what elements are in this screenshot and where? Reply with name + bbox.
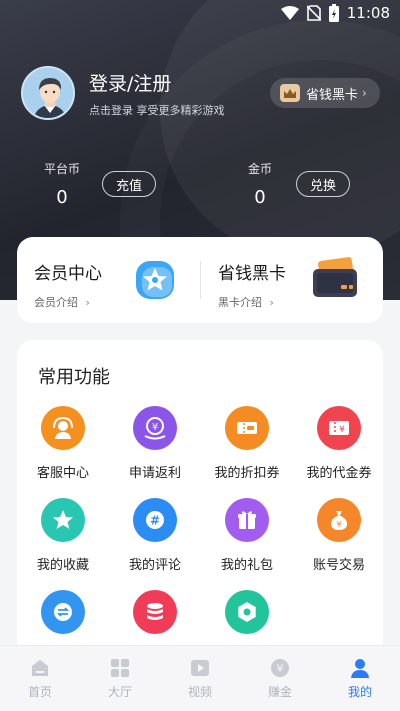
function-label: 我的代金券 [306,466,372,481]
nav-label: 首页 [27,685,52,699]
function-my-discount-coupons[interactable]: 我的折扣券 [201,406,293,481]
platform-coin-label: 平台币 [43,162,80,176]
login-subtitle: 点击登录 享受更多精彩游戏 [89,103,225,117]
headset-icon [41,406,85,450]
nav-video[interactable]: 视频 [160,646,240,711]
user-icon [351,659,369,678]
bottom-navigation: 首页 大厅 视频 ¥ 赚金 我的 [0,645,400,711]
function-label: 我的礼包 [220,558,273,573]
function-label: 我的折扣券 [214,466,280,481]
black-card-pill-button[interactable]: 省钱黑卡 › [270,78,380,108]
platform-coin-block: 平台币 0 充值 [42,160,156,208]
crown-icon [280,84,300,102]
coins-stack-icon [133,590,177,634]
status-time: 11:08 [346,4,390,22]
black-card-intro-link[interactable]: 黑卡介绍 [218,296,262,309]
nav-label: 赚金 [267,685,292,699]
nav-home[interactable]: 首页 [0,646,80,711]
home-icon [32,660,48,676]
status-bar: 11:08 [0,0,400,28]
wifi-icon [280,6,299,20]
rebate-icon: ¥ [133,406,177,450]
chevron-right-icon: › [85,296,90,309]
function-account-trading[interactable]: ¥ 账号交易 [293,498,385,573]
nav-label: 视频 [187,685,212,699]
yen-coin-icon: ¥ [271,659,289,677]
function-coins[interactable] [109,590,201,646]
black-card-wallet-icon[interactable] [311,257,359,305]
settings-icon [225,590,269,634]
function-label: 客服中心 [36,466,89,481]
function-my-gift-packs[interactable]: 我的礼包 [201,498,293,573]
black-card-pill-label: 省钱黑卡 [306,87,359,103]
function-label: 我的评论 [128,558,181,573]
member-star-icon[interactable] [134,259,176,305]
star-icon [41,498,85,542]
grid-icon [111,659,129,677]
nav-label: 大厅 [107,685,132,699]
gift-icon [225,498,269,542]
voucher-icon: ¥ [317,406,361,450]
function-exchange[interactable] [17,590,109,646]
nav-earn-gold[interactable]: ¥ 赚金 [240,646,320,711]
nav-mine[interactable]: 我的 [320,646,400,711]
function-my-comments[interactable]: # 我的评论 [109,498,201,573]
battery-charging-icon [328,4,339,22]
gold-coin-block: 金币 0 兑换 [240,160,350,208]
member-divider [200,261,201,299]
black-card-entry[interactable]: 省钱黑卡 黑卡介绍 › [218,259,286,310]
gold-coin-value: 0 [254,187,266,208]
video-icon [191,660,209,676]
gold-coin-label: 金币 [247,162,272,176]
login-register-title[interactable]: 登录/注册 [89,69,225,96]
svg-text:#: # [150,514,160,528]
svg-text:¥: ¥ [339,425,345,435]
ticket-icon [225,406,269,450]
function-my-favorites[interactable]: 我的收藏 [17,498,109,573]
moneybag-icon: ¥ [317,498,361,542]
function-settings[interactable] [201,590,293,646]
member-center-title: 会员中心 [34,264,102,284]
chevron-right-icon: › [269,296,274,309]
member-center-entry[interactable]: 会员中心 会员介绍 › [34,259,102,310]
nav-label: 我的 [347,685,372,699]
nav-hall[interactable]: 大厅 [80,646,160,711]
function-customer-service[interactable]: 客服中心 [17,406,109,481]
black-card-title: 省钱黑卡 [218,264,286,284]
recharge-button[interactable]: 充值 [102,171,156,197]
common-functions-title: 常用功能 [38,367,110,388]
login-profile-area[interactable]: 登录/注册 点击登录 享受更多精彩游戏 [21,66,225,120]
no-sim-icon [306,5,321,21]
comment-icon: # [133,498,177,542]
svg-text:¥: ¥ [277,662,284,675]
function-apply-rebate[interactable]: ¥ 申请返利 [109,406,201,481]
function-label: 账号交易 [312,558,365,573]
avatar[interactable] [21,66,75,120]
svg-text:¥: ¥ [336,520,341,529]
member-card: 会员中心 会员介绍 › 省钱黑卡 黑卡介绍 › [17,237,383,323]
function-label: 申请返利 [128,466,181,481]
function-label: 我的收藏 [36,558,89,573]
svg-text:¥: ¥ [152,422,158,433]
exchange-button[interactable]: 兑换 [296,171,350,197]
platform-coin-value: 0 [56,187,68,208]
function-my-vouchers[interactable]: ¥ 我的代金券 [293,406,385,481]
exchange-icon [41,590,85,634]
chevron-right-icon: › [362,86,367,100]
common-functions-card: 常用功能 客服中心 ¥ 申请返利 我的折扣券 ¥ 我的代金券 我的收藏 # 我的… [17,340,383,660]
member-intro-link[interactable]: 会员介绍 [34,296,78,309]
